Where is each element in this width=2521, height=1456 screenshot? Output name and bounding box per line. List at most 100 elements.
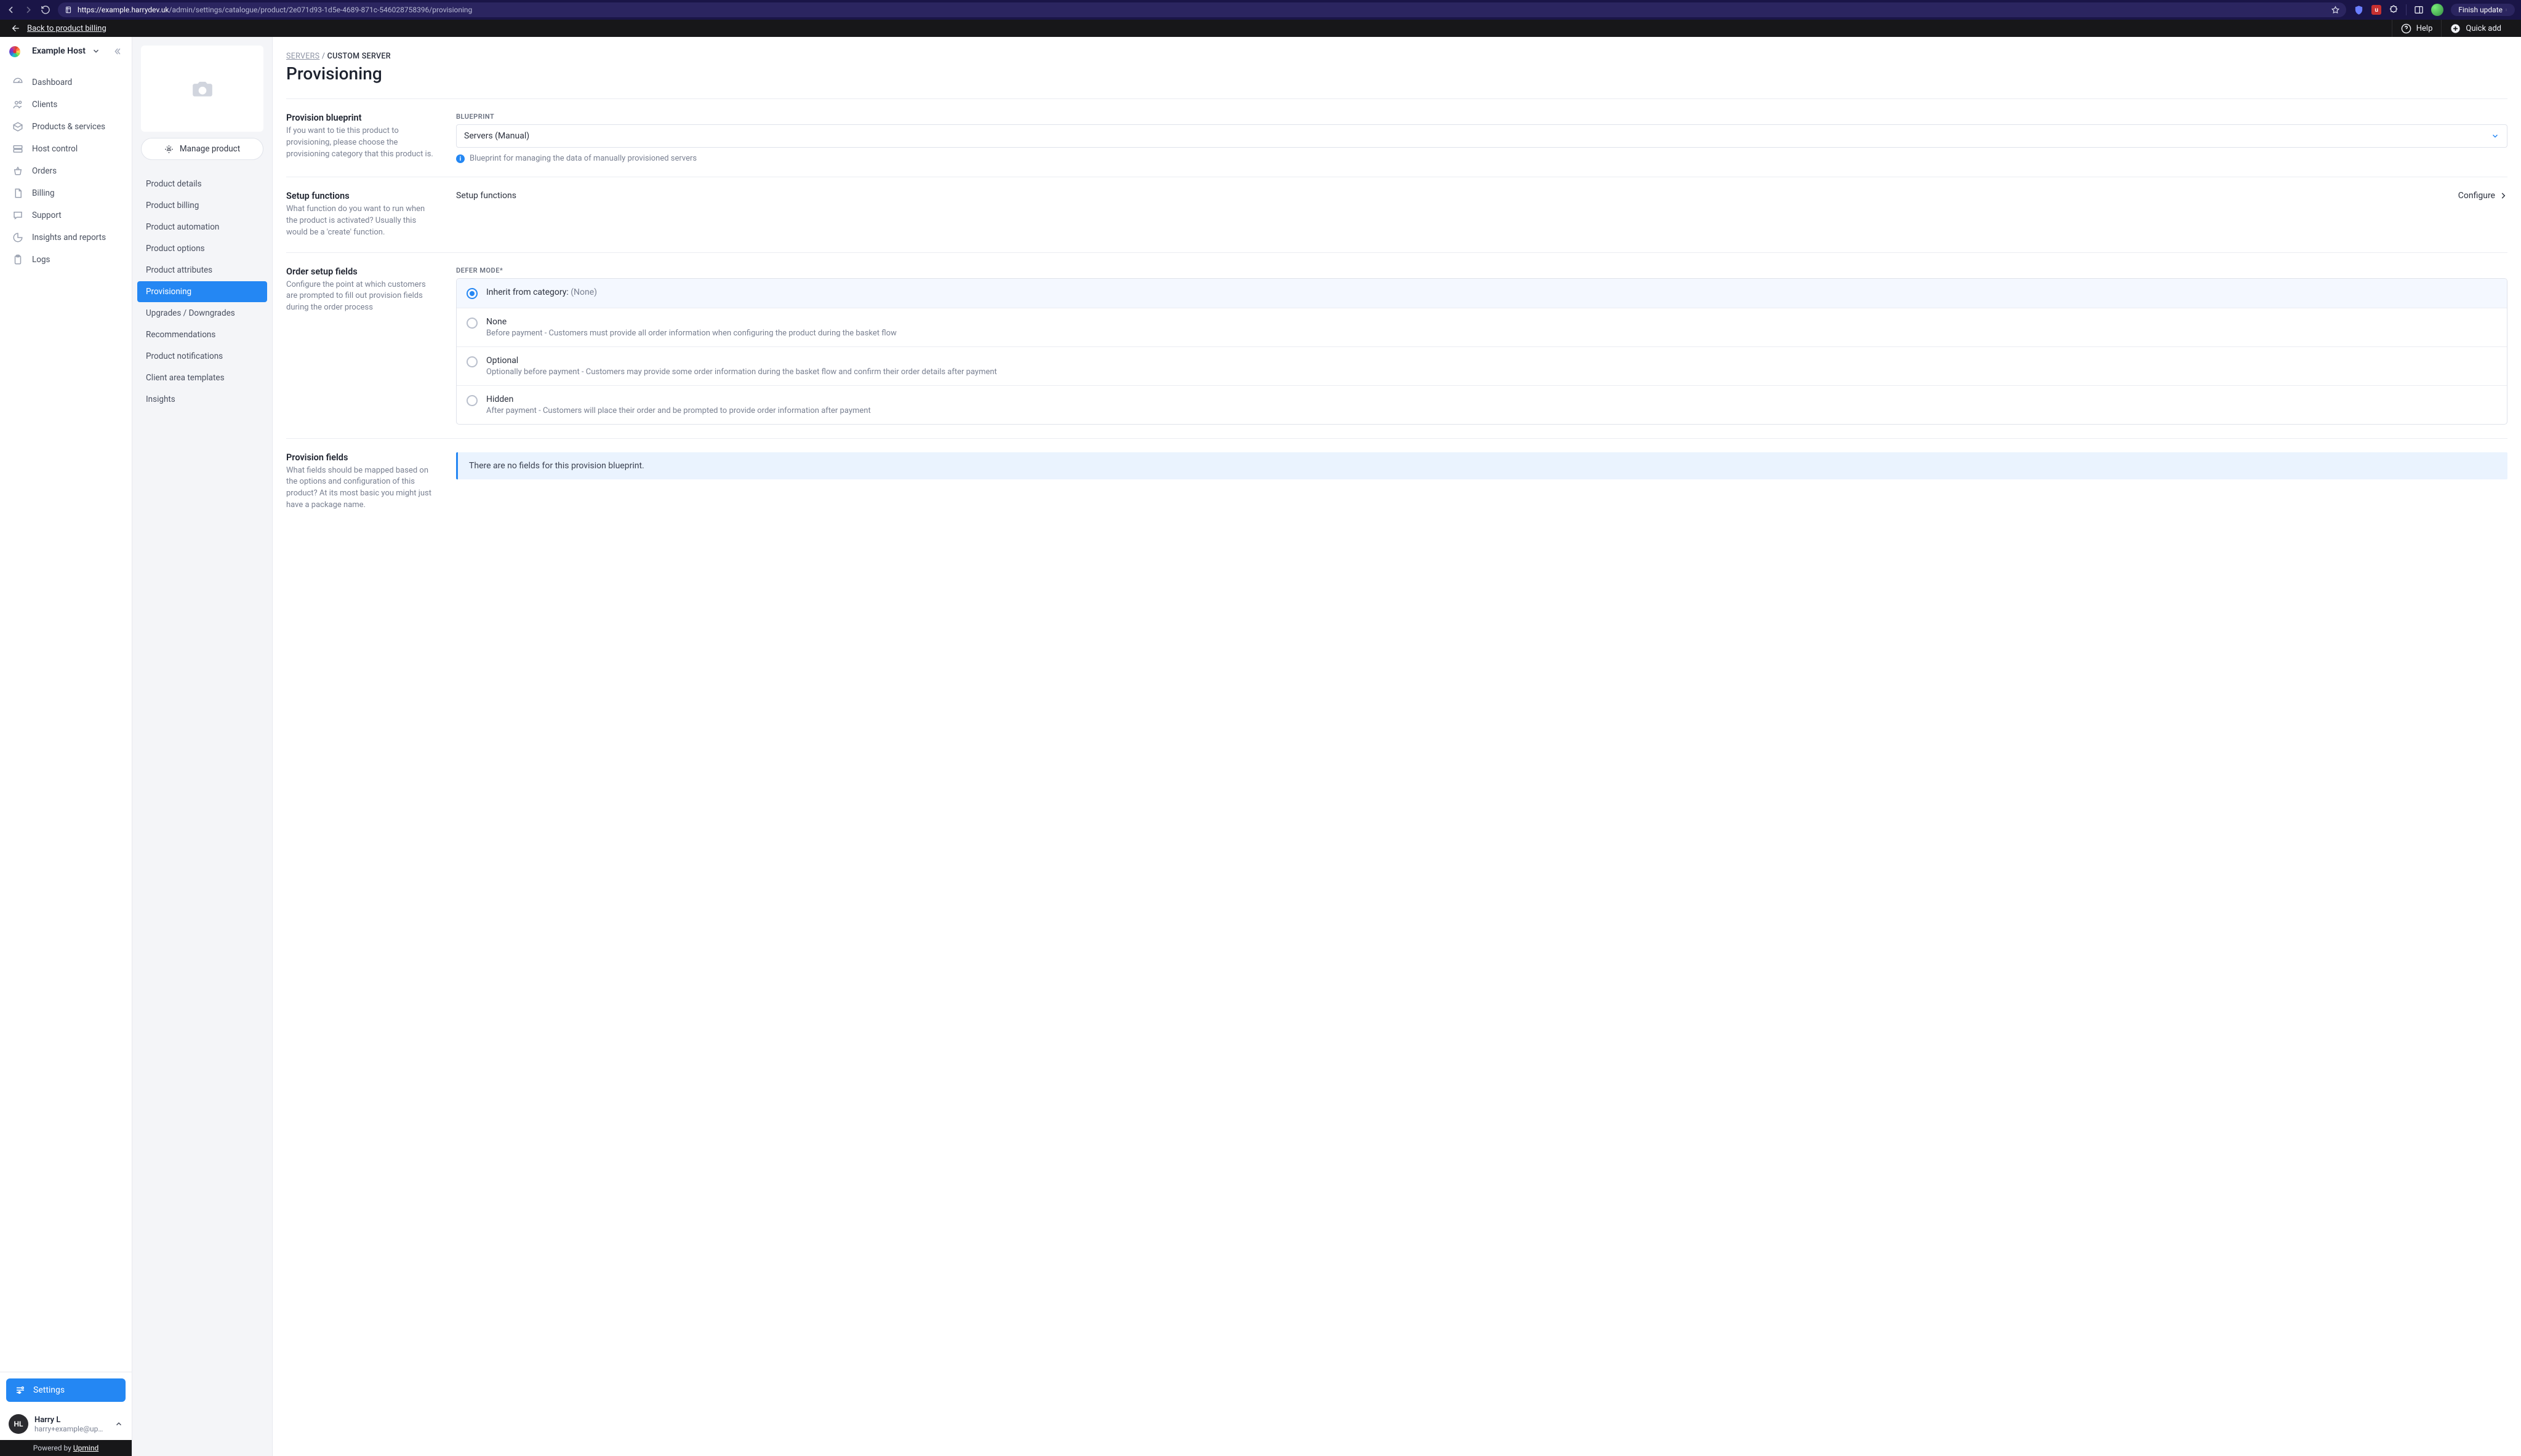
site-settings-icon[interactable] — [64, 6, 73, 14]
reload-icon[interactable] — [41, 5, 50, 15]
sidebar-item-support[interactable]: Support — [0, 204, 132, 226]
blueprint-hint: i Blueprint for managing the data of man… — [456, 154, 2507, 163]
camera-icon — [191, 77, 214, 100]
gauge-icon — [12, 77, 23, 88]
shield-icon[interactable] — [2354, 5, 2364, 15]
chevron-up-icon — [114, 1420, 123, 1428]
product-tabs: Product detailsProduct billingProduct au… — [132, 170, 272, 414]
chevron-down-icon — [92, 47, 100, 55]
ublock-icon[interactable]: u — [2371, 5, 2381, 15]
tab-product-options[interactable]: Product options — [137, 238, 267, 259]
org-switcher[interactable]: Example Host — [0, 37, 132, 65]
extensions-puzzle-icon[interactable] — [2389, 5, 2399, 15]
sidebar-item-label: Orders — [32, 166, 57, 176]
breadcrumb-parent[interactable]: SERVERS — [286, 52, 319, 61]
app-top-bar: Back to product billing Help Quick add — [0, 20, 2521, 37]
provision-fields-title: Provision fields — [286, 452, 434, 463]
defer-title: Order setup fields — [286, 266, 434, 277]
sidebar-item-label: Insights and reports — [32, 233, 106, 242]
powered-link[interactable]: Upmind — [73, 1444, 98, 1452]
user-menu[interactable]: HL Harry L harry+example@upmind.... — [0, 1408, 132, 1440]
setup-functions-configure-row[interactable]: Setup functions Configure — [456, 191, 2507, 201]
user-name: Harry L — [34, 1415, 108, 1425]
blueprint-select-value: Servers (Manual) — [464, 131, 529, 141]
breadcrumb-current: CUSTOM SERVER — [327, 52, 391, 61]
tab-product-details[interactable]: Product details — [137, 174, 267, 194]
sidebar-item-label: Host control — [32, 144, 78, 154]
sidebar-item-label: Logs — [32, 255, 50, 265]
settings-button[interactable]: Settings — [6, 1378, 126, 1402]
url-bar[interactable]: https://example.harrydev.uk/admin/settin… — [58, 2, 2346, 17]
manage-product-button[interactable]: Manage product — [141, 138, 263, 160]
sidebar-item-clients[interactable]: Clients — [0, 94, 132, 116]
defer-field-label: DEFER MODE — [456, 266, 2507, 274]
url-text: https://example.harrydev.uk/admin/settin… — [78, 6, 472, 14]
quick-add-button[interactable]: Quick add — [2441, 20, 2510, 37]
defer-option-label: Hidden — [486, 394, 871, 404]
product-image-placeholder — [141, 46, 263, 132]
defer-radio-group: Inherit from category: (None) NoneBefore … — [456, 278, 2507, 425]
defer-option-3[interactable]: HiddenAfter payment - Customers will pla… — [457, 385, 2507, 424]
radio-icon — [467, 395, 478, 406]
finish-update-button[interactable]: Finish update — [2451, 4, 2515, 16]
defer-option-label: Inherit from category: (None) — [486, 287, 597, 297]
sidebar-item-products-services[interactable]: Products & services — [0, 116, 132, 138]
back-link-label: Back to product billing — [27, 24, 106, 33]
powered-by: Powered by Upmind — [0, 1440, 132, 1456]
sidebar-item-label: Products & services — [32, 122, 105, 132]
tab-product-billing[interactable]: Product billing — [137, 195, 267, 216]
users-icon — [12, 99, 23, 110]
help-button[interactable]: Help — [2392, 20, 2442, 37]
back-icon[interactable] — [6, 5, 16, 15]
sidebar-item-orders[interactable]: Orders — [0, 160, 132, 182]
profile-avatar-icon[interactable] — [2431, 4, 2443, 16]
sidebar-item-billing[interactable]: Billing — [0, 182, 132, 204]
bookmark-star-icon[interactable] — [2331, 6, 2340, 15]
sidebar-item-insights-and-reports[interactable]: Insights and reports — [0, 226, 132, 249]
tab-upgrades-downgrades[interactable]: Upgrades / Downgrades — [137, 303, 267, 324]
manage-product-label: Manage product — [180, 144, 240, 154]
quick-add-label: Quick add — [2466, 24, 2501, 33]
no-fields-banner: There are no fields for this provision b… — [456, 452, 2507, 479]
sidebar-item-logs[interactable]: Logs — [0, 249, 132, 271]
back-to-billing-link[interactable]: Back to product billing — [11, 23, 106, 33]
blueprint-section-desc: If you want to tie this product to provi… — [286, 126, 434, 161]
sidebar-item-label: Dashboard — [32, 78, 72, 87]
tab-insights[interactable]: Insights — [137, 389, 267, 410]
blueprint-section-title: Provision blueprint — [286, 113, 434, 123]
gear-icon — [164, 145, 174, 154]
org-logo-icon — [9, 46, 26, 57]
breadcrumb: SERVERS / CUSTOM SERVER — [286, 52, 2507, 61]
sidebar-collapse-icon[interactable] — [113, 47, 122, 56]
provision-fields-desc: What fields should be mapped based on th… — [286, 465, 434, 511]
info-icon: i — [456, 154, 465, 163]
setup-functions-title: Setup functions — [286, 191, 434, 201]
tab-product-attributes[interactable]: Product attributes — [137, 260, 267, 281]
radio-icon — [467, 288, 478, 299]
user-email: harry+example@upmind.... — [34, 1425, 108, 1433]
browser-extensions: u Finish update — [2354, 4, 2515, 16]
defer-option-2[interactable]: OptionalOptionally before payment - Cust… — [457, 346, 2507, 385]
settings-label: Settings — [33, 1385, 65, 1395]
tab-provisioning[interactable]: Provisioning — [137, 281, 267, 302]
server-icon — [12, 143, 23, 154]
defer-option-1[interactable]: NoneBefore payment - Customers must prov… — [457, 308, 2507, 346]
side-panel-icon[interactable] — [2414, 5, 2424, 15]
defer-option-label: Optional — [486, 356, 997, 366]
blueprint-field-label: BLUEPRINT — [456, 113, 2507, 121]
help-label: Help — [2416, 24, 2433, 33]
tab-product-automation[interactable]: Product automation — [137, 217, 267, 238]
pie-icon — [12, 232, 23, 243]
radio-icon — [467, 356, 478, 367]
defer-option-0[interactable]: Inherit from category: (None) — [457, 279, 2507, 308]
forward-icon[interactable] — [23, 5, 33, 15]
tab-recommendations[interactable]: Recommendations — [137, 324, 267, 345]
tab-client-area-templates[interactable]: Client area templates — [137, 367, 267, 388]
tab-product-notifications[interactable]: Product notifications — [137, 346, 267, 367]
sidebar-item-host-control[interactable]: Host control — [0, 138, 132, 160]
setup-functions-desc: What function do you want to run when th… — [286, 204, 434, 239]
setup-functions-row-label: Setup functions — [456, 191, 516, 201]
blueprint-select[interactable]: Servers (Manual) — [456, 124, 2507, 148]
sidebar-item-dashboard[interactable]: Dashboard — [0, 71, 132, 94]
defer-desc: Configure the point at which customers a… — [286, 279, 434, 314]
